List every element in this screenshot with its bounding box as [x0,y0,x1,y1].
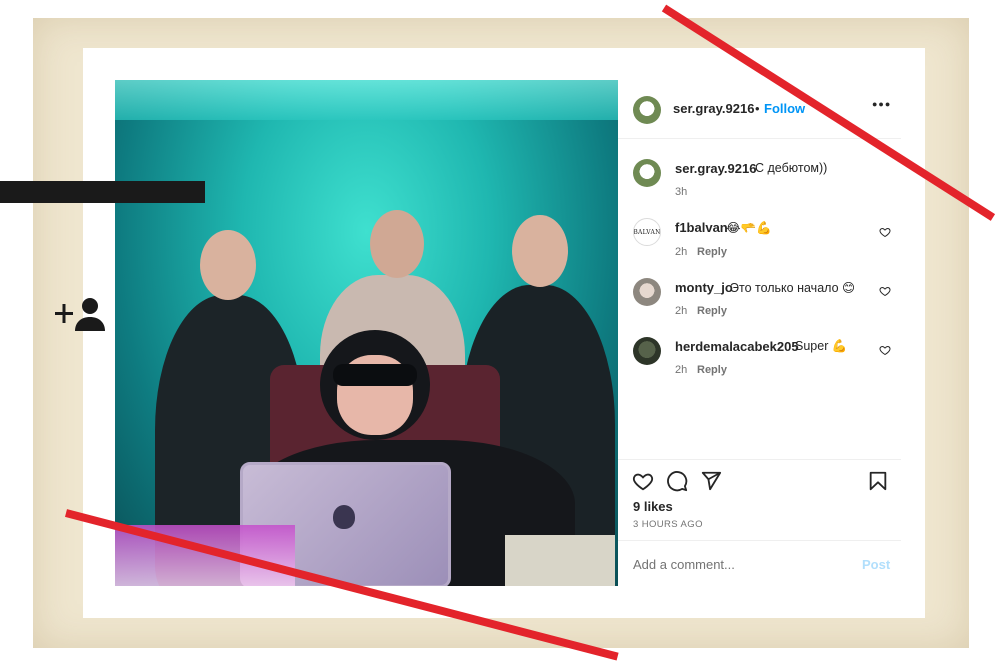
photo-sunglasses [333,364,417,386]
author-username[interactable]: ser.gray.9216 [673,101,754,116]
post-timestamp: 3 HOURS AGO [633,519,703,530]
post-photo [115,80,618,586]
bookmark-icon[interactable] [867,470,889,492]
share-icon[interactable] [700,470,722,492]
like-heart-icon[interactable] [632,470,654,492]
comment-input-divider [618,540,901,541]
heart-icon[interactable] [879,285,891,297]
comment-time: 2h [675,364,688,376]
heart-icon[interactable] [879,226,891,238]
comment-time: 2h [675,246,688,258]
reply-button[interactable]: Reply [697,246,727,258]
caption-time: 3h [675,186,688,198]
photo-tablet-logo [333,505,355,529]
comment-username[interactable]: f1balvan [675,220,728,235]
comment-text: Это только начало 😊 [730,281,856,295]
black-redaction-bar [0,181,205,203]
comment-input[interactable]: Add a comment... [633,557,735,572]
follow-button[interactable]: Follow [764,101,805,116]
balvan-logo-text: BALVAN [633,228,661,236]
heart-icon[interactable] [879,344,891,356]
comment-text: 😂🫳💪 [726,221,772,235]
author-avatar[interactable] [633,96,661,124]
reply-button[interactable]: Reply [697,305,727,317]
separator-dot: • [755,101,760,116]
comment-avatar[interactable] [633,337,661,365]
likes-count[interactable]: 9 likes [633,499,673,514]
comment-text: Super 💪 [795,339,848,353]
more-icon[interactable]: ●●● [872,99,891,109]
comment-username[interactable]: monty_jo [675,280,733,295]
comment-icon[interactable] [666,470,688,492]
actions-divider [618,459,901,460]
comment-avatar[interactable]: BALVAN [633,218,661,246]
caption-text: С дебютом)) [755,161,828,175]
caption-username[interactable]: ser.gray.9216 [675,161,756,176]
add-person-icon [55,298,105,331]
caption-avatar[interactable] [633,159,661,187]
comment-username[interactable]: herdemalacabek205 [675,339,799,354]
photo-cash-right [505,535,615,586]
reply-button[interactable]: Reply [697,364,727,376]
photo-head-center [370,210,424,278]
photo-head-left [200,230,256,300]
post-comment-button[interactable]: Post [862,557,890,572]
comment-avatar[interactable] [633,278,661,306]
comment-time: 2h [675,305,688,317]
photo-head-right [512,215,568,287]
photo-ceiling [115,80,618,120]
